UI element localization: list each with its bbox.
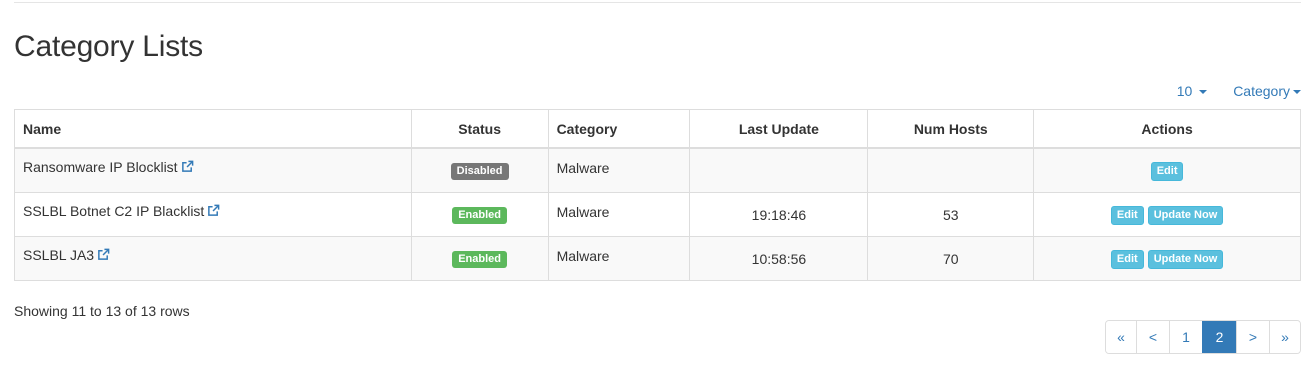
cell-status: Disabled [410,147,549,193]
category-value: Malware [556,203,610,220]
pagination: « < 1 2 > » [1105,320,1301,354]
table-row: SSLBL JA3 Enabled Malware 10:58:56 70 Ed… [14,236,1301,281]
cell-last-update [689,147,869,193]
cell-last-update: 19:18:46 [689,192,869,237]
category-value: Malware [556,159,610,176]
table-toolbar: 10 Category [1177,83,1301,99]
next-page-button[interactable]: > [1236,321,1269,353]
page-size-dropdown[interactable]: 10 [1176,83,1208,99]
edit-button[interactable]: Edit [1110,249,1144,269]
status-badge: Enabled [452,251,507,268]
update-now-button[interactable]: Update Now [1147,249,1224,269]
category-filter-dropdown[interactable]: Category [1233,83,1301,99]
list-name: SSLBL JA3 [23,247,95,263]
prev-page-button[interactable]: < [1136,321,1169,353]
page-title: Category Lists [14,30,203,63]
column-header-num-hosts[interactable]: Num Hosts [867,109,1035,149]
edit-button[interactable]: Edit [1150,161,1184,181]
cell-category: Malware [547,192,691,237]
cell-name: Ransomware IP Blocklist [14,147,412,193]
cell-last-update: 10:58:56 [689,236,869,281]
last-page-button[interactable]: » [1269,321,1300,353]
pagination-info: Showing 11 to 13 of 13 rows [14,303,190,319]
cell-num-hosts: 53 [867,192,1035,237]
cell-name: SSLBL JA3 [14,236,412,281]
list-name: SSLBL Botnet C2 IP Blacklist [23,203,205,219]
category-lists-table: Name Status Category Last Update Num Hos… [14,109,1301,281]
external-link-icon[interactable] [97,248,110,264]
cell-name: SSLBL Botnet C2 IP Blacklist [14,192,412,237]
column-header-last-update[interactable]: Last Update [689,109,869,149]
status-badge: Disabled [450,163,509,180]
column-header-category[interactable]: Category [547,109,691,149]
status-badge: Enabled [452,207,507,224]
edit-button[interactable]: Edit [1110,205,1144,225]
table-header-row: Name Status Category Last Update Num Hos… [14,109,1301,149]
external-link-icon[interactable] [207,204,220,220]
category-filter-label: Category [1233,83,1290,99]
category-value: Malware [556,247,610,264]
cell-num-hosts [867,147,1035,193]
cell-status: Enabled [410,192,549,237]
page-1-button[interactable]: 1 [1169,321,1202,353]
cell-status: Enabled [410,236,549,281]
first-page-button[interactable]: « [1106,321,1136,353]
column-header-status[interactable]: Status [410,109,549,149]
update-now-button[interactable]: Update Now [1147,205,1224,225]
column-header-actions: Actions [1033,109,1301,149]
column-header-name[interactable]: Name [14,109,412,149]
page-size-label: 10 [1176,83,1193,99]
cell-category: Malware [547,147,691,193]
list-name: Ransomware IP Blocklist [23,159,178,175]
cell-actions: Edit [1033,147,1301,193]
external-link-icon[interactable] [181,160,194,176]
table-row: SSLBL Botnet C2 IP Blacklist Enabled Mal… [14,192,1301,237]
page-2-button[interactable]: 2 [1202,321,1236,353]
cell-actions: Edit Update Now [1033,192,1301,237]
caret-down-icon [1199,90,1208,95]
caret-down-icon [1293,90,1301,95]
top-divider [14,2,1301,3]
cell-category: Malware [547,236,691,281]
cell-num-hosts: 70 [867,236,1035,281]
table-row: Ransomware IP Blocklist Disabled Malware… [14,147,1301,193]
cell-actions: Edit Update Now [1033,236,1301,281]
